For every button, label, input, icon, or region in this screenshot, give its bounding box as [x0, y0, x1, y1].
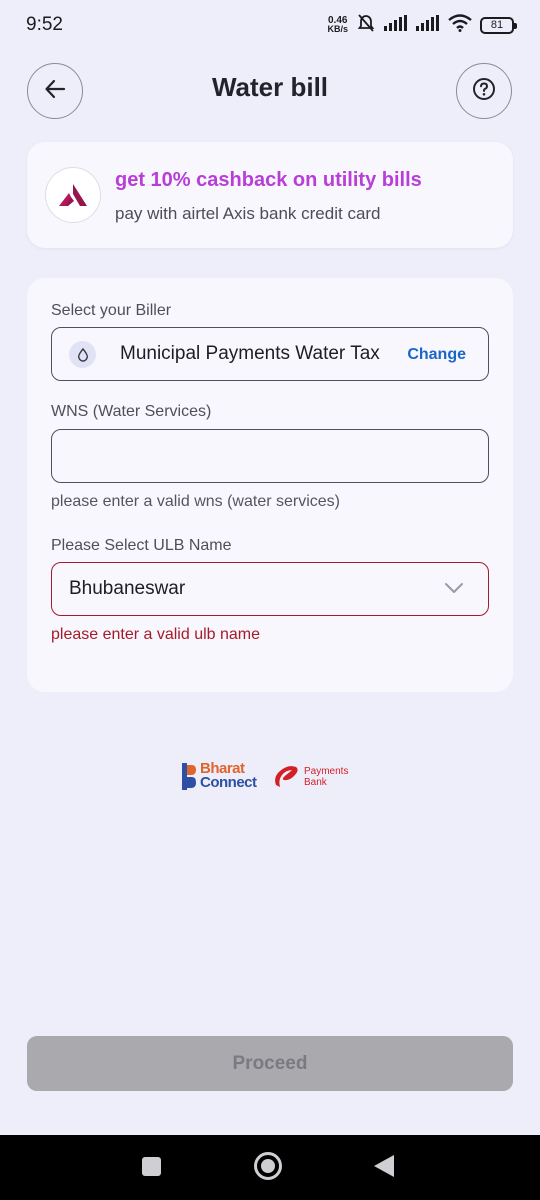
home-icon[interactable]: [254, 1152, 282, 1180]
airtel-logo-line1: Payments: [304, 766, 349, 777]
ulb-label: Please Select ULB Name: [51, 537, 232, 554]
biller-name: Municipal Payments Water Tax: [120, 343, 380, 364]
biller-form: Select your Biller Municipal Payments Wa…: [27, 278, 513, 692]
biller-label: Select your Biller: [51, 302, 172, 319]
wifi-icon: [448, 13, 472, 37]
wns-input[interactable]: [51, 429, 489, 483]
water-drop-icon: [69, 341, 96, 368]
proceed-button[interactable]: Proceed: [27, 1036, 513, 1091]
signal-icon: [384, 14, 408, 36]
navigation-bar: [0, 1135, 540, 1200]
biller-field[interactable]: Municipal Payments Water Tax Change: [51, 327, 489, 381]
status-bar: 9:52 0.46 KB/s 81: [0, 0, 540, 50]
bharat-logo-line2: Connect: [200, 774, 257, 791]
airtel-swoosh-icon: [275, 766, 298, 787]
promo-banner[interactable]: get 10% cashback on utility bills pay wi…: [27, 142, 513, 248]
network-speed-unit: KB/s: [327, 24, 348, 34]
back-triangle-icon[interactable]: [374, 1155, 394, 1177]
promo-subtitle: pay with airtel Axis bank credit card: [115, 204, 381, 223]
bharat-connect-logo: Bharat Connect: [182, 761, 257, 791]
airtel-logo-line2: Bank: [304, 777, 327, 788]
promo-title: get 10% cashback on utility bills: [115, 169, 422, 191]
chevron-down-icon: [444, 581, 464, 600]
help-button[interactable]: [456, 63, 512, 119]
ulb-select[interactable]: Bhubaneswar: [51, 562, 489, 616]
question-circle-icon: [472, 77, 496, 106]
ulb-error-text: please enter a valid ulb name: [51, 626, 261, 643]
network-speed: 0.46 KB/s: [327, 16, 348, 34]
battery-level: 81: [490, 19, 504, 31]
ulb-selected-value: Bhubaneswar: [69, 578, 186, 599]
wns-helper-text: please enter a valid wns (water services…: [51, 493, 341, 510]
battery-icon: 81: [480, 16, 517, 34]
status-time: 9:52: [26, 14, 63, 35]
bharat-connect-mark-icon: [182, 762, 196, 790]
airtel-payments-bank-logo: Payments Bank: [272, 763, 348, 791]
mute-icon: [356, 13, 376, 38]
change-biller-link[interactable]: Change: [407, 346, 466, 364]
recent-apps-icon[interactable]: [142, 1157, 161, 1176]
status-icons: 0.46 KB/s 81: [327, 13, 517, 38]
axis-bank-logo: [45, 167, 101, 223]
wns-label: WNS (Water Services): [51, 403, 212, 420]
signal-icon: [416, 14, 440, 36]
